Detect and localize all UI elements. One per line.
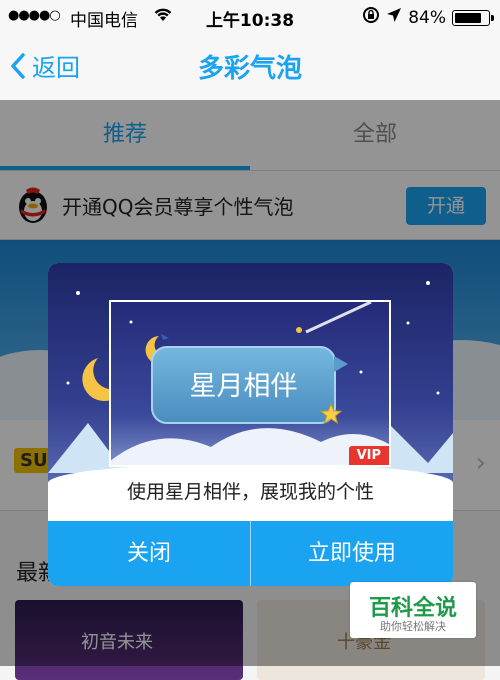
star-icon (319, 402, 343, 425)
watermark-subtitle: 助你轻松解决 (380, 620, 446, 633)
dialog-description: 使用星月相伴，展现我的个性 (126, 481, 374, 503)
page-title: 多彩气泡 (197, 54, 302, 84)
nav-bar: 返回 多彩气泡 (0, 34, 500, 101)
status-bar: ●●●●○ 中国电信 上午10:38 84% (0, 0, 500, 34)
bubble-preview-frame: 星月相伴 VIP (109, 300, 391, 467)
status-right: 84% (362, 6, 494, 29)
close-button[interactable]: 关闭 (48, 521, 250, 586)
location-arrow-icon (386, 7, 402, 28)
battery-percent: 84% (408, 7, 446, 28)
vip-badge: VIP (348, 446, 389, 465)
dialog-button-row: 关闭 立即使用 (48, 521, 453, 586)
lock-rotation-icon (362, 6, 380, 29)
watermark-logo: 百科全说 助你轻松解决 (350, 582, 476, 638)
use-now-button[interactable]: 立即使用 (251, 521, 453, 586)
battery-fill (455, 12, 481, 23)
bubble-preview-dialog: 星月相伴 VIP 使用星月相伴，展现我的个性 关闭 立即使用 (48, 263, 453, 586)
bubble-preview-text: 星月相伴 (151, 346, 348, 424)
battery-icon (452, 9, 494, 26)
